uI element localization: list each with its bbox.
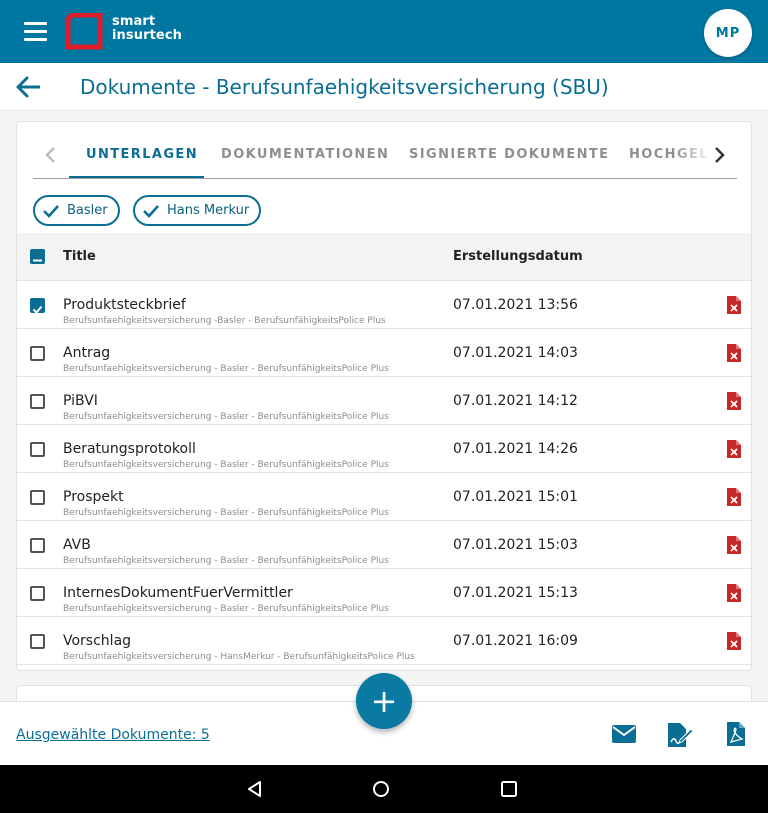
chevron-left-icon[interactable] (41, 144, 61, 166)
pdf-delete-icon[interactable] (726, 487, 742, 507)
row-date: 07.01.2021 14:03 (453, 345, 578, 361)
avatar[interactable]: MP (704, 9, 752, 57)
pdf-delete-icon[interactable] (726, 343, 742, 363)
row-subtitle: Berufsunfaehigkeitsversicherung - Basler… (63, 556, 389, 566)
back-arrow-icon[interactable] (16, 76, 40, 98)
filter-chip-label: Basler (67, 203, 108, 218)
row-date: 07.01.2021 15:03 (453, 537, 578, 553)
minus-icon (33, 259, 42, 262)
logo-line-2: insurtech (112, 28, 183, 43)
select-all-checkbox[interactable] (30, 249, 45, 264)
tab-bar: UNTERLAGEN DOKUMENTATIONEN SIGNIERTE DOK… (33, 132, 737, 179)
row-date: 07.01.2021 14:26 (453, 441, 578, 457)
pdf-delete-icon[interactable] (726, 391, 742, 411)
row-title: Prospekt (63, 489, 124, 505)
row-title: InternesDokumentFuerVermittler (63, 585, 293, 601)
row-date: 07.01.2021 14:12 (453, 393, 578, 409)
table-row[interactable]: PiBVI Berufsunfaehigkeitsversicherung - B… (17, 377, 751, 425)
row-title: Produktsteckbrief (63, 297, 186, 313)
chevron-right-icon[interactable] (709, 144, 729, 166)
row-subtitle: Berufsunfaehigkeitsversicherung -Basler … (63, 316, 386, 326)
filter-chip-hans-merkur[interactable]: Hans Merkur (133, 195, 262, 226)
tab-fade (673, 132, 713, 178)
row-checkbox[interactable] (30, 634, 45, 649)
row-checkbox[interactable] (30, 586, 45, 601)
row-subtitle: Berufsunfaehigkeitsversicherung - Basler… (63, 364, 389, 374)
row-checkbox[interactable] (30, 490, 45, 505)
row-title: AVB (63, 537, 91, 553)
pdf-delete-icon[interactable] (726, 535, 742, 555)
add-fab-button[interactable]: + (356, 673, 412, 729)
check-circle-icon (143, 204, 159, 218)
sign-document-icon[interactable] (666, 722, 694, 748)
tab-unterlagen[interactable]: UNTERLAGEN (86, 147, 198, 162)
row-title: Antrag (63, 345, 111, 361)
selected-documents-link[interactable]: Ausgewählte Dokumente: 5 (16, 727, 210, 743)
menu-icon[interactable] (24, 22, 48, 42)
documents-card: UNTERLAGEN DOKUMENTATIONEN SIGNIERTE DOK… (16, 121, 752, 671)
table-row[interactable]: Vorschlag Berufsunfaehigkeitsversicherung… (17, 617, 751, 665)
column-header-title[interactable]: Title (63, 249, 96, 264)
tab-dokumentationen[interactable]: DOKUMENTATIONEN (221, 147, 389, 162)
row-checkbox[interactable] (30, 442, 45, 457)
row-date: 07.01.2021 13:56 (453, 297, 578, 313)
tab-indicator (69, 176, 204, 178)
table-row[interactable]: Produktsteckbrief Berufsunfaehigkeitsvers… (17, 281, 751, 329)
filter-chip-basler[interactable]: Basler (33, 195, 120, 226)
pdf-delete-icon[interactable] (726, 439, 742, 459)
pdf-delete-icon[interactable] (726, 583, 742, 603)
check-circle-icon (43, 204, 59, 218)
table-row[interactable]: Beratungsprotokoll Berufsunfaehigkeitsver… (17, 425, 751, 473)
system-nav-bar (0, 765, 768, 813)
row-subtitle: Berufsunfaehigkeitsversicherung - HansMe… (63, 652, 415, 662)
row-date: 07.01.2021 15:01 (453, 489, 578, 505)
row-checkbox[interactable] (30, 298, 45, 314)
tab-signierte-dokumente[interactable]: SIGNIERTE DOKUMENTE (409, 147, 609, 162)
app-bar: smart insurtech MP (0, 0, 768, 63)
table-header: Title Erstellungsdatum (17, 233, 751, 281)
logo-icon (66, 13, 103, 50)
row-title: PiBVI (63, 393, 98, 409)
filter-chip-label: Hans Merkur (167, 203, 250, 218)
row-checkbox[interactable] (30, 394, 45, 409)
pdf-delete-icon[interactable] (726, 295, 742, 315)
table-row[interactable]: Antrag Berufsunfaehigkeitsversicherung - … (17, 329, 751, 377)
pdf-export-icon[interactable] (726, 721, 746, 747)
recents-square-icon[interactable] (499, 779, 519, 799)
row-title: Vorschlag (63, 633, 132, 649)
row-subtitle: Berufsunfaehigkeitsversicherung - Basler… (63, 604, 389, 614)
row-title: Beratungsprotokoll (63, 441, 196, 457)
pdf-delete-icon[interactable] (726, 631, 742, 651)
column-header-date[interactable]: Erstellungsdatum (453, 249, 583, 264)
table-row[interactable]: AVB Berufsunfaehigkeitsversicherung - Bas… (17, 521, 751, 569)
row-date: 07.01.2021 16:09 (453, 633, 578, 649)
logo-line-1: smart (112, 14, 156, 29)
row-checkbox[interactable] (30, 346, 45, 361)
home-circle-icon[interactable] (371, 779, 391, 799)
logo-text: smart insurtech (112, 15, 182, 43)
table-row[interactable]: InternesDokumentFuerVermittler Berufsunfa… (17, 569, 751, 617)
check-icon (32, 305, 43, 314)
row-date: 07.01.2021 15:13 (453, 585, 578, 601)
row-subtitle: Berufsunfaehigkeitsversicherung - Basler… (63, 508, 389, 518)
row-subtitle: Berufsunfaehigkeitsversicherung - Basler… (63, 460, 389, 470)
title-bar: Dokumente - Berufsunfaehigkeitsversicher… (0, 63, 768, 111)
mail-icon[interactable] (611, 724, 637, 744)
row-subtitle: Berufsunfaehigkeitsversicherung - Basler… (63, 412, 389, 422)
page-title: Dokumente - Berufsunfaehigkeitsversicher… (80, 75, 609, 99)
back-triangle-icon[interactable] (245, 779, 265, 799)
table-row[interactable]: Prospekt Berufsunfaehigkeitsversicherung … (17, 473, 751, 521)
row-checkbox[interactable] (30, 538, 45, 553)
